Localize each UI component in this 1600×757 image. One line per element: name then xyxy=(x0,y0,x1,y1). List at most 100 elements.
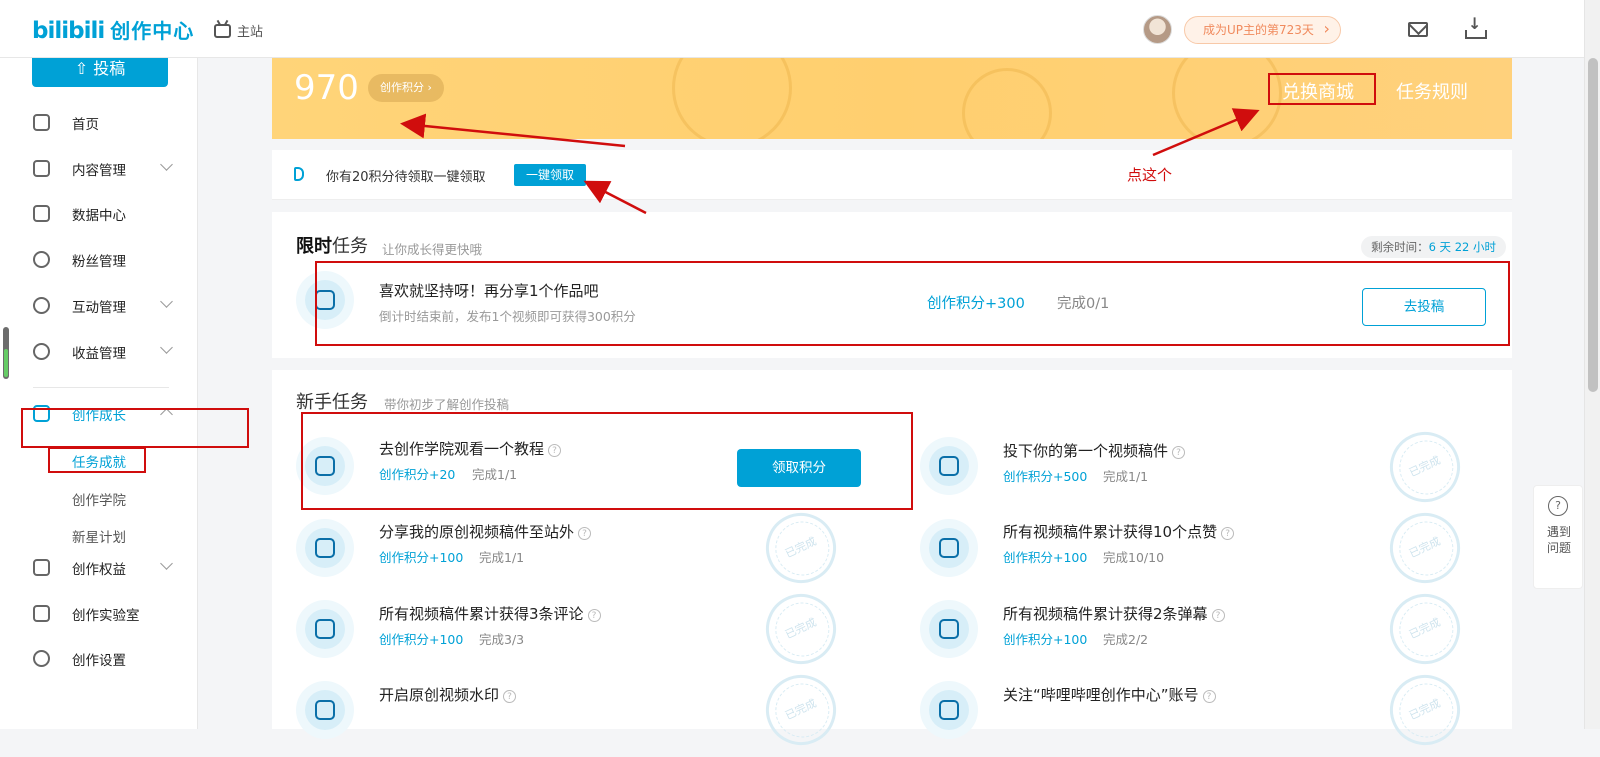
notice-text: 你有20积分待领取一键领取 xyxy=(326,170,486,185)
main-site-label: 主站 xyxy=(237,25,264,40)
task-title: 所有视频稿件累计获得3条评论? xyxy=(379,603,601,624)
completed-stamp: 已完成 xyxy=(1378,420,1472,514)
chart-icon xyxy=(33,205,50,222)
sidebar-item-label: 内容管理 xyxy=(72,163,126,179)
claim-notice: 你有20积分待领取一键领取 一键领取 xyxy=(272,150,1512,200)
newbie-task-title: 新手任务 xyxy=(296,392,368,413)
sidebar-item-lab[interactable]: 创作实验室 xyxy=(0,598,198,628)
task-progress: 完成0/1 xyxy=(1057,296,1110,312)
sidebar-item-label: 创作实验室 xyxy=(72,608,140,624)
task-title: 所有视频稿件累计获得2条弹幕? xyxy=(1003,603,1225,624)
logo[interactable]: bilibili 创作中心 xyxy=(32,15,194,44)
sidebar-item-label: 互动管理 xyxy=(72,300,126,316)
points-banner: 970 创作积分 › 兑换商城 任务规则 xyxy=(272,58,1512,139)
sidebar-item-income[interactable]: 收益管理 xyxy=(0,336,198,366)
side-scroll-handle[interactable] xyxy=(3,327,9,379)
task-progress: 完成3/3 xyxy=(479,632,525,647)
completed-stamp: 已完成 xyxy=(754,501,848,595)
help-icon: ? xyxy=(1202,690,1216,703)
task-rules-link[interactable]: 任务规则 xyxy=(1396,78,1468,104)
sidebar-item-label: 粉丝管理 xyxy=(72,254,126,270)
sidebar-item-growth[interactable]: 创作成长 xyxy=(0,398,198,428)
video-icon xyxy=(296,681,354,739)
sidebar-item-label: 数据中心 xyxy=(72,208,126,224)
help-float-button[interactable]: ? 遇到问题 xyxy=(1533,485,1583,589)
task-progress: 完成1/1 xyxy=(1103,469,1149,484)
task-points: 创作积分+500 xyxy=(1003,469,1088,484)
up-days-badge[interactable]: 成为UP主的第723天 xyxy=(1184,16,1341,44)
sidebar: ⇧ 投稿 首页 内容管理 数据中心 粉丝管理 互动管理 收益管理 创作成长 任务… xyxy=(0,58,198,729)
task-points: 创作积分+100 xyxy=(1003,550,1088,565)
page-scrollbar[interactable] xyxy=(1584,0,1600,729)
top-bar: bilibili 创作中心 主站 成为UP主的第723天 xyxy=(0,0,1584,58)
flag-icon xyxy=(33,559,50,576)
remaining-time-label: 剩余时间： xyxy=(1371,240,1429,254)
upload-button[interactable]: ⇧ 投稿 xyxy=(32,58,168,87)
task-title: 投下你的第一个视频稿件? xyxy=(1003,440,1186,461)
avatar[interactable] xyxy=(1143,15,1172,44)
chevron-down-icon xyxy=(160,341,173,354)
limited-title-rest: 任务 xyxy=(332,236,368,257)
task-desc: 倒计时结束前，发布1个视频即可获得300积分 xyxy=(379,309,636,324)
tv-icon xyxy=(214,23,231,38)
task-points: 创作积分+300 xyxy=(927,296,1025,312)
completed-stamp: 已完成 xyxy=(754,582,848,676)
speaker-icon xyxy=(294,167,304,181)
task-title: 关注“哔哩哔哩创作中心”账号? xyxy=(1003,684,1216,705)
help-icon: ? xyxy=(1172,446,1186,459)
sidebar-item-fans[interactable]: 粉丝管理 xyxy=(0,244,198,274)
danmaku-icon xyxy=(920,600,978,658)
sidebar-item-rights[interactable]: 创作权益 xyxy=(0,552,198,582)
claim-points-button[interactable]: 领取积分 xyxy=(737,449,861,487)
banner-decoration xyxy=(672,58,792,139)
sidebar-sub-newstar[interactable]: 新星计划 xyxy=(72,526,126,546)
logo-sub: 创作中心 xyxy=(110,19,195,43)
sidebar-item-home[interactable]: 首页 xyxy=(0,107,198,137)
claim-all-button[interactable]: 一键领取 xyxy=(514,164,587,186)
limited-title-bold: 限时 xyxy=(296,236,332,257)
sidebar-item-interaction[interactable]: 互动管理 xyxy=(0,290,198,320)
sidebar-divider xyxy=(33,387,169,388)
sidebar-item-data[interactable]: 数据中心 xyxy=(0,198,198,228)
sidebar-sub-tasks[interactable]: 任务成就 xyxy=(72,451,126,471)
limited-task-title: 限时任务 xyxy=(296,232,368,258)
sidebar-item-content[interactable]: 内容管理 xyxy=(0,153,198,183)
task-title: 喜欢就坚持呀！再分享1个作品吧 xyxy=(379,282,599,300)
upload-icon xyxy=(920,437,978,495)
task-title: 所有视频稿件累计获得10个点赞? xyxy=(1003,521,1235,542)
task-title: 分享我的原创视频稿件至站外? xyxy=(379,521,592,542)
completed-stamp: 已完成 xyxy=(1378,582,1472,676)
newbie-task-subtitle: 带你初步了解创作投稿 xyxy=(384,397,510,412)
download-icon[interactable] xyxy=(1465,14,1487,39)
home-icon xyxy=(33,114,50,131)
remaining-time-value: 6 天 22 小时 xyxy=(1428,240,1496,254)
sidebar-item-label: 创作设置 xyxy=(72,653,126,669)
sidebar-sub-academy[interactable]: 创作学院 xyxy=(72,489,126,509)
remaining-time: 剩余时间：6 天 22 小时 xyxy=(1361,236,1506,258)
completed-stamp: 已完成 xyxy=(1378,501,1472,595)
points-detail-pill[interactable]: 创作积分 › xyxy=(368,74,444,102)
task-progress: 完成2/2 xyxy=(1103,632,1149,647)
help-icon: ? xyxy=(503,690,517,703)
sidebar-item-label: 创作权益 xyxy=(72,562,126,578)
mail-icon[interactable] xyxy=(1408,22,1428,37)
completed-stamp: 已完成 xyxy=(754,663,848,757)
user-icon xyxy=(33,251,50,268)
share-icon xyxy=(296,519,354,577)
sidebar-item-settings[interactable]: 创作设置 xyxy=(0,643,198,673)
banner-decoration xyxy=(1172,58,1282,139)
points-score: 970 xyxy=(294,68,359,108)
limited-task-subtitle: 让你成长得更快哦 xyxy=(382,242,483,257)
help-icon: ? xyxy=(1221,527,1235,540)
task-points: 创作积分+100 xyxy=(379,632,464,647)
chevron-up-icon xyxy=(160,408,173,421)
help-icon: ? xyxy=(587,609,601,622)
lightbulb-icon xyxy=(296,437,354,495)
go-upload-button[interactable]: 去投稿 xyxy=(1362,288,1486,326)
banner-decoration xyxy=(962,68,1052,139)
scrollbar-thumb[interactable] xyxy=(1588,58,1598,392)
graduation-cap-icon xyxy=(33,405,50,422)
exchange-mall-link[interactable]: 兑换商城 xyxy=(1282,78,1354,104)
main-site-link[interactable]: 主站 xyxy=(214,21,263,40)
file-icon xyxy=(33,160,50,177)
